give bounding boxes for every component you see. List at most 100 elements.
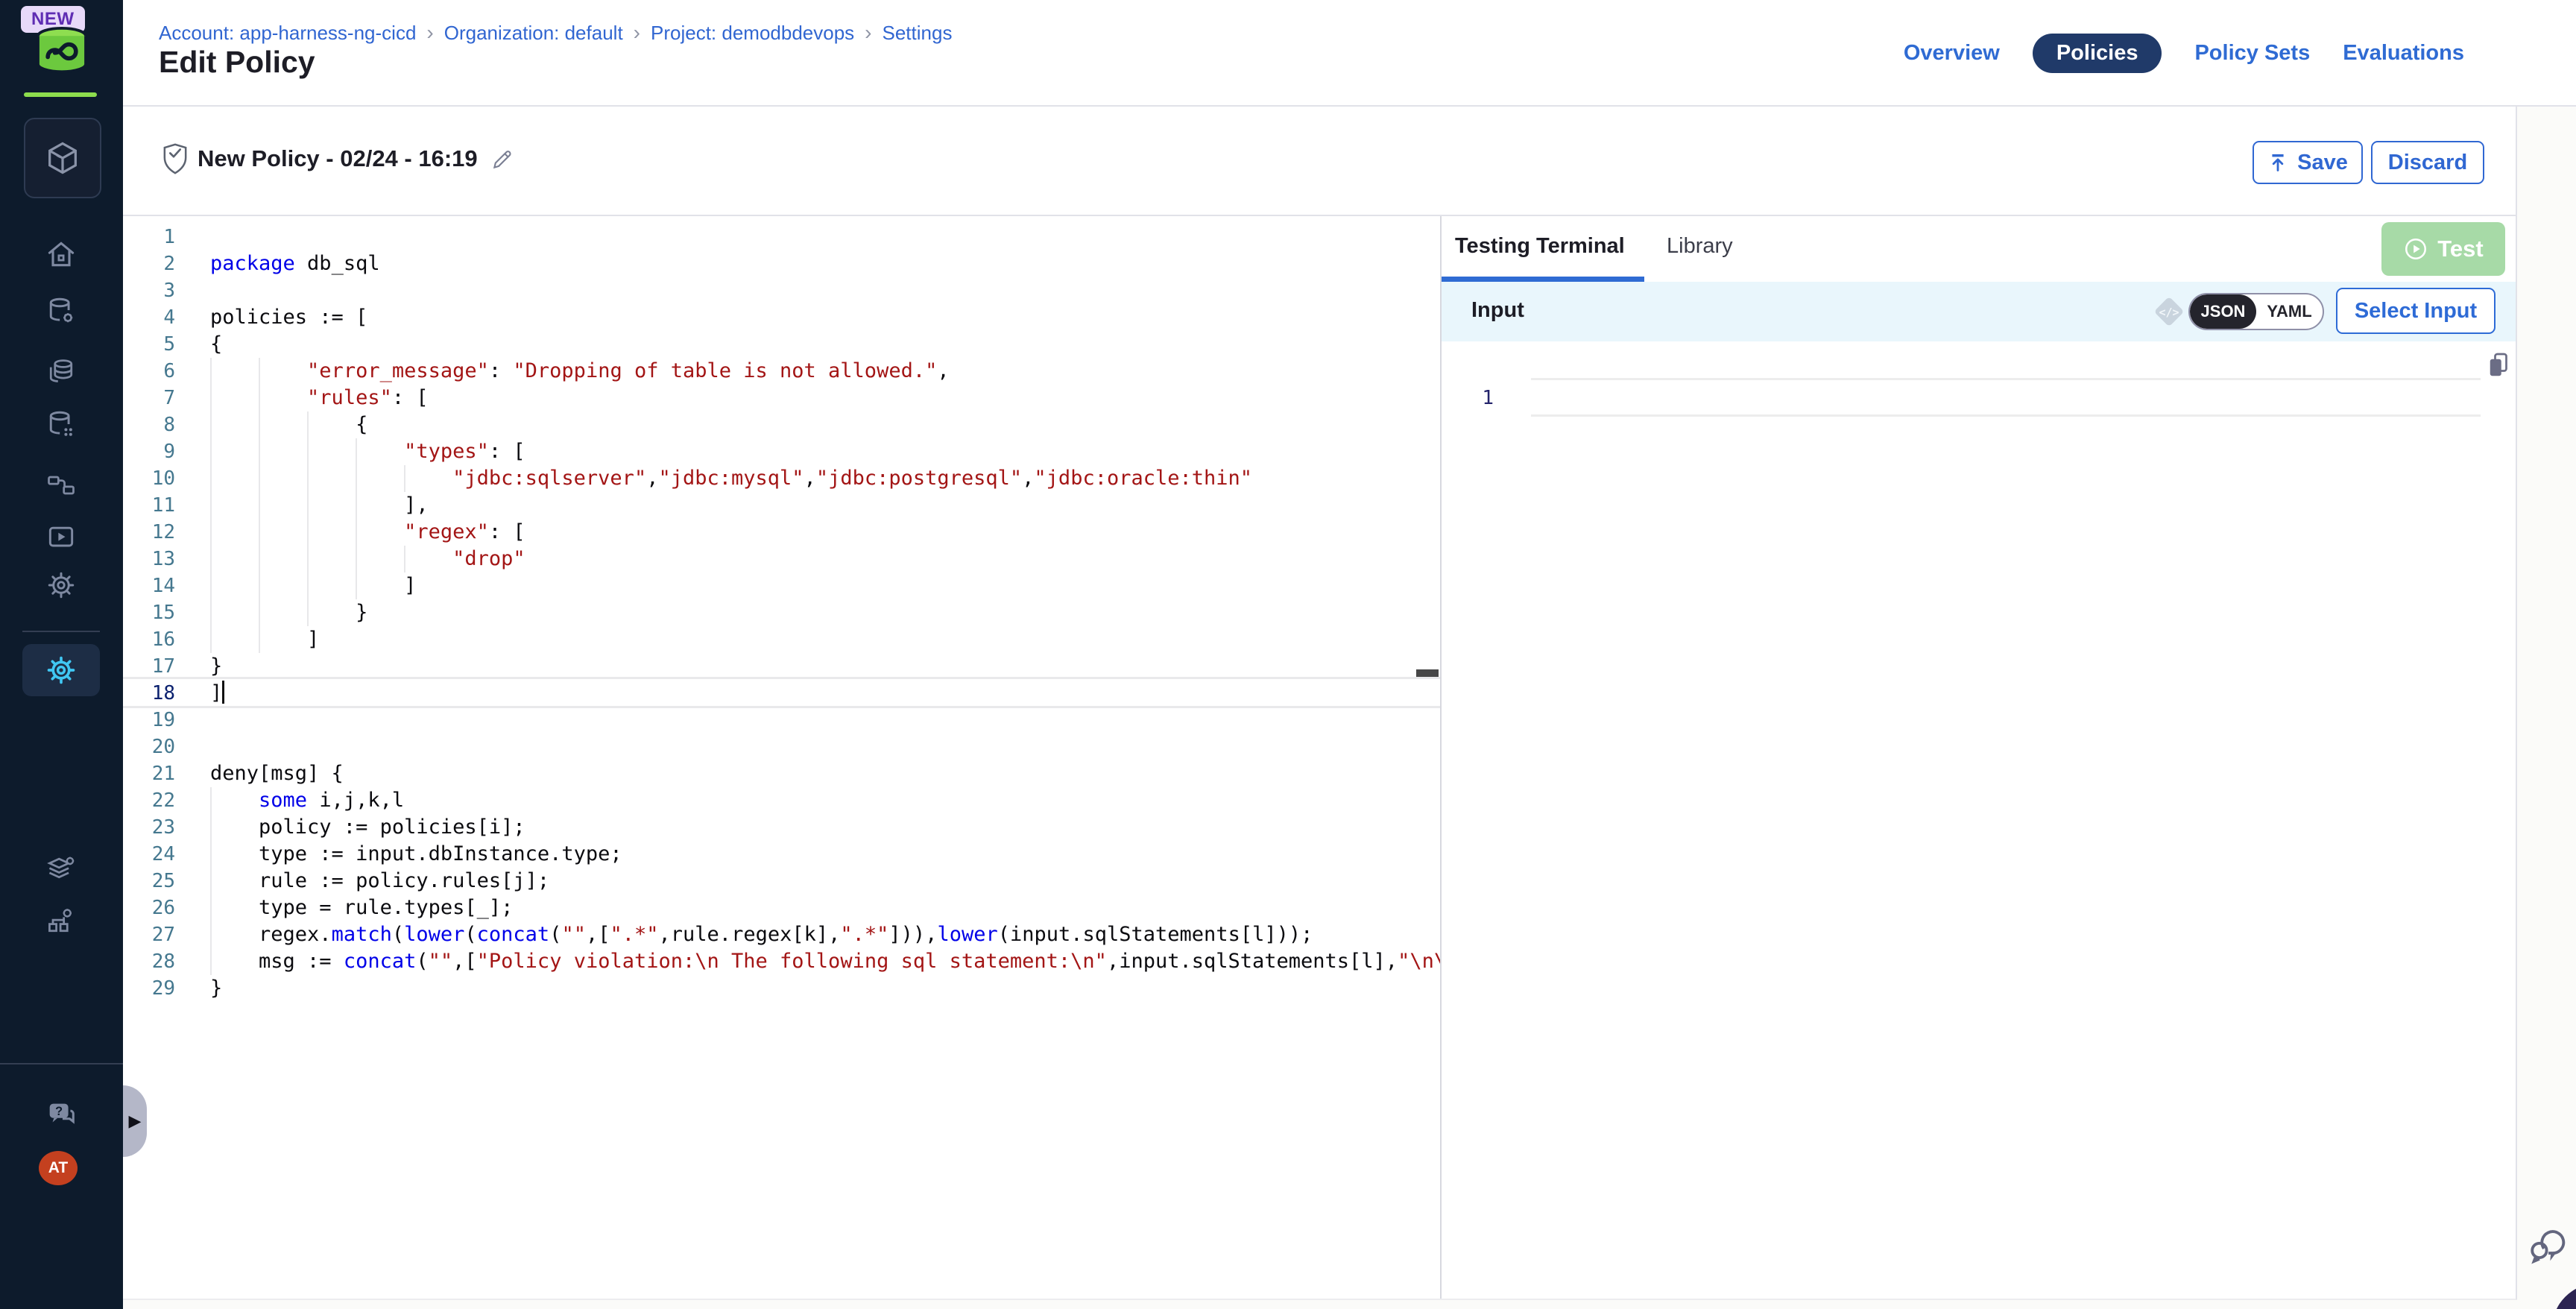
breadcrumb-link[interactable]: Organization: default: [444, 22, 623, 45]
discard-button[interactable]: Discard: [2371, 141, 2484, 184]
line-number: 6: [123, 358, 175, 385]
breadcrumb-link[interactable]: Settings: [883, 22, 953, 45]
sidebar-item-help[interactable]: ?: [44, 1097, 78, 1132]
line-number: 19: [123, 707, 175, 734]
line-number: 29: [123, 975, 175, 1002]
breadcrumb-link[interactable]: Project: demodbdevops: [651, 22, 854, 45]
sidebar-item-home[interactable]: [44, 237, 78, 271]
sidebar-item-media[interactable]: [44, 520, 78, 555]
code-text: msg := concat("",["Policy violation:\n T…: [210, 948, 1440, 975]
code-text: deny[msg] {: [210, 760, 344, 787]
code-line: 24 type := input.dbInstance.type;: [123, 841, 1440, 868]
line-number: 9: [123, 438, 175, 465]
chat-widget-corner[interactable]: [2552, 1284, 2576, 1309]
harness-database-logo-icon[interactable]: [30, 27, 94, 75]
tab-policy-sets[interactable]: Policy Sets: [2194, 41, 2310, 66]
edit-pencil-icon[interactable]: [490, 147, 515, 172]
select-input-label: Select Input: [2355, 299, 2477, 324]
code-text: rule := policy.rules[j];: [210, 868, 549, 895]
layers-gear-icon: [45, 852, 78, 885]
code-text: "rules": [: [210, 385, 429, 411]
code-line: 3: [123, 277, 1440, 304]
line-number: 4: [123, 304, 175, 331]
input-editor-line[interactable]: [1531, 378, 2481, 417]
app-root: NEW: [0, 0, 2576, 1309]
testing-panel: Testing Terminal Library Test Input </> …: [1442, 216, 2516, 1299]
toggle-json[interactable]: JSON: [2190, 294, 2256, 329]
tab-evaluations[interactable]: Evaluations: [2343, 41, 2464, 66]
code-text: }: [210, 599, 367, 626]
databases-stack-icon: [45, 356, 78, 388]
breadcrumb-link[interactable]: Account: app-harness-ng-cicd: [159, 22, 416, 45]
tab-policies[interactable]: Policies: [2033, 34, 2162, 73]
sidebar-item-org-settings[interactable]: [44, 903, 78, 938]
code-line: 15 }: [123, 599, 1440, 626]
module-selector[interactable]: [24, 118, 101, 198]
breadcrumb: Account: app-harness-ng-cicd › Organizatio…: [159, 21, 952, 45]
code-line: 18]: [123, 680, 1440, 707]
test-label: Test: [2437, 236, 2483, 262]
code-line: 4 policies := [: [123, 304, 1440, 331]
tab-library[interactable]: Library: [1667, 234, 1733, 259]
code-text: some i,j,k,l: [210, 787, 404, 814]
sidebar-item-layers-settings[interactable]: [44, 851, 78, 886]
code-text: }: [210, 975, 222, 1002]
page-title: Edit Policy: [159, 45, 315, 80]
code-text: "error_message": "Dropping of table is n…: [210, 358, 950, 385]
support-chat-icon[interactable]: [2527, 1223, 2570, 1266]
active-tab-underline: [1442, 277, 1644, 282]
test-button[interactable]: Test: [2381, 222, 2505, 276]
code-text: {: [210, 331, 222, 358]
line-number: 28: [123, 948, 175, 975]
code-text: "drop": [210, 546, 525, 573]
save-button[interactable]: Save: [2253, 141, 2363, 184]
code-line: 29}: [123, 975, 1440, 1002]
line-number: 10: [123, 465, 175, 492]
code-line: 2package db_sql: [123, 250, 1440, 277]
tab-testing-terminal[interactable]: Testing Terminal: [1455, 234, 1625, 259]
sidebar-item-databases[interactable]: [44, 355, 78, 389]
sidebar-item-project-settings-active[interactable]: [22, 644, 100, 696]
format-toggle: JSON YAML: [2188, 293, 2324, 330]
sidebar-nav: NEW: [0, 0, 123, 1309]
policy-editor-card: New Policy - 02/24 - 16:19 Save Discard …: [123, 107, 2517, 1300]
editor-cursor: [222, 681, 224, 704]
line-number: 5: [123, 331, 175, 358]
code-text: "types": [: [210, 438, 525, 465]
chevron-right-icon: ▶: [129, 1111, 142, 1131]
user-avatar[interactable]: AT: [39, 1151, 78, 1185]
line-number: 23: [123, 814, 175, 841]
video-play-icon: [45, 521, 78, 554]
gear-icon: [45, 569, 78, 602]
code-line: 23 policy := policies[i];: [123, 814, 1440, 841]
org-gear-icon: [45, 904, 78, 937]
gear-active-icon: [44, 653, 78, 687]
toggle-yaml[interactable]: YAML: [2256, 294, 2323, 329]
select-input-button[interactable]: Select Input: [2336, 288, 2496, 334]
copy-icon[interactable]: [2485, 350, 2512, 380]
code-text: {: [210, 411, 367, 438]
code-line: 14 ]: [123, 573, 1440, 599]
sidebar-item-database-services[interactable]: [44, 407, 78, 441]
breadcrumb-separator: ›: [426, 21, 433, 45]
sidebar-item-database-settings[interactable]: [44, 294, 78, 328]
code-text: }: [210, 653, 222, 680]
home-icon: [45, 238, 78, 271]
line-number: 18: [123, 680, 175, 707]
code-text: policies := [: [210, 304, 367, 331]
code-text: ]: [210, 680, 222, 707]
sidebar-item-settings[interactable]: [44, 568, 78, 602]
code-text: regex.match(lower(concat("",[".*",rule.r…: [210, 921, 1313, 948]
svg-text:</>: </>: [2159, 306, 2179, 319]
code-line: 26 type = rule.types[_];: [123, 895, 1440, 921]
line-number: 12: [123, 519, 175, 546]
code-line: 11 ],: [123, 492, 1440, 519]
sidebar-divider: [22, 631, 100, 632]
cube-icon: [43, 139, 82, 177]
svg-text:?: ?: [55, 1105, 63, 1118]
code-line: 17}: [123, 653, 1440, 680]
rego-code-editor[interactable]: 12package db_sql34policies := [5{6 "erro…: [123, 216, 1440, 1299]
code-line: 21deny[msg] {: [123, 760, 1440, 787]
tab-overview[interactable]: Overview: [1904, 41, 2000, 66]
sidebar-item-pipelines[interactable]: [44, 468, 78, 502]
